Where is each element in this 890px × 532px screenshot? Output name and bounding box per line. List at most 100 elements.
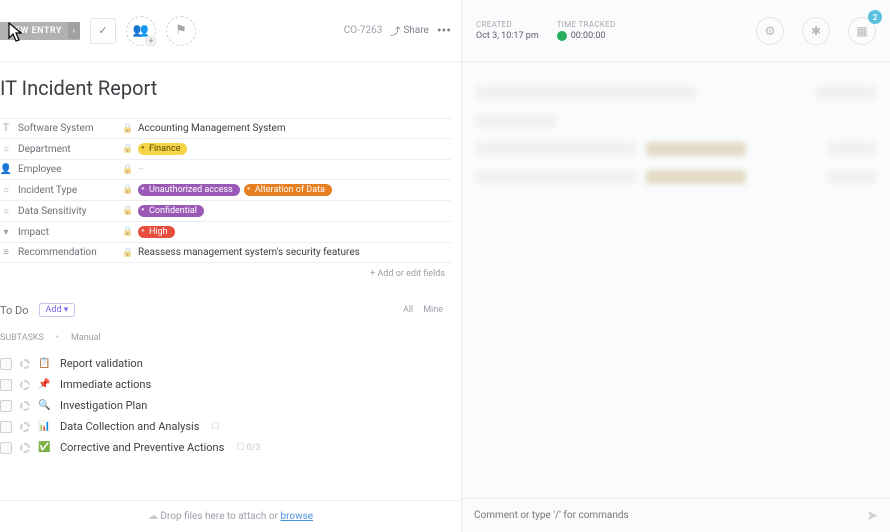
chevron-right-icon[interactable]: › <box>68 22 80 39</box>
share-button[interactable]: ⤴Share <box>390 23 428 38</box>
field-row[interactable]: 👤 Employee 🔒 – <box>0 160 451 180</box>
lock-icon: 🔒 <box>122 165 132 175</box>
priority-button[interactable]: ⚑ <box>166 16 196 46</box>
created-value: Oct 3, 10:17 pm <box>476 31 539 41</box>
send-icon[interactable]: ➤ <box>866 508 878 524</box>
notification-badge[interactable]: 2 <box>868 10 882 24</box>
tag[interactable]: Unauthorized access <box>138 184 240 196</box>
time-tracked-label: TIME TRACKED <box>557 20 616 29</box>
tag[interactable]: High <box>138 226 175 238</box>
add-edit-fields-link[interactable]: + Add or edit fields <box>0 263 451 285</box>
subtask-checkbox[interactable] <box>0 442 12 454</box>
subtask-checkbox[interactable] <box>0 379 12 391</box>
status-dot[interactable] <box>20 359 30 369</box>
check-button[interactable]: ✓ <box>90 18 116 44</box>
subtask-label: Report validation <box>60 357 143 370</box>
play-icon[interactable] <box>557 31 567 41</box>
grid-icon: ▦ <box>856 24 867 38</box>
check-icon: ✓ <box>98 24 107 37</box>
field-value-text: Reassess management system's security fe… <box>138 247 360 258</box>
network-icon: ✱ <box>811 24 821 38</box>
subtask-label: Corrective and Preventive Actions <box>60 441 224 454</box>
field-type-icon: T <box>0 123 12 134</box>
subtask-row[interactable]: 🔍 Investigation Plan <box>0 395 451 416</box>
gear-icon: ⚙ <box>765 24 776 38</box>
tag[interactable]: Alteration of Data <box>244 184 332 196</box>
subtask-type-icon: 🔍 <box>38 400 52 411</box>
field-row[interactable]: ○ Department 🔒 Finance <box>0 139 451 160</box>
lock-icon: 🔒 <box>122 248 132 258</box>
field-type-icon: ▾ <box>0 227 12 238</box>
lock-icon: 🔒 <box>122 185 132 195</box>
lock-icon: 🔒 <box>122 206 132 216</box>
plus-badge-icon: + <box>145 35 157 47</box>
field-label-text: Department <box>18 144 71 155</box>
mouse-cursor <box>8 22 24 44</box>
add-subtask-button[interactable]: Add ▾ <box>39 303 76 317</box>
field-type-icon: 👤 <box>0 164 12 175</box>
lock-icon: 🔒 <box>122 124 132 134</box>
subtask-checkbox[interactable] <box>0 421 12 433</box>
field-label-text: Impact <box>18 227 49 238</box>
tab-mine[interactable]: Mine <box>423 305 443 315</box>
created-label: CREATED <box>476 20 539 29</box>
status-dot[interactable] <box>20 380 30 390</box>
subtask-label: Investigation Plan <box>60 399 147 412</box>
subtask-checkbox[interactable] <box>0 358 12 370</box>
settings-button[interactable]: ⚙ <box>756 17 784 45</box>
field-row[interactable]: ≡ Recommendation 🔒 Reassess management s… <box>0 243 451 263</box>
right-toolbar: CREATED Oct 3, 10:17 pm TIME TRACKED 00:… <box>462 0 890 62</box>
lock-icon: 🔒 <box>122 227 132 237</box>
task-id[interactable]: CO-7263 <box>344 25 383 36</box>
lock-icon: 🔒 <box>122 144 132 154</box>
flag-icon: ⚑ <box>175 23 187 38</box>
field-type-icon: ○ <box>0 144 12 155</box>
assignee-button[interactable]: 👥+ <box>126 16 156 46</box>
activity-panel <box>462 62 890 498</box>
todo-title: To Do <box>0 304 29 317</box>
cloud-icon: ☁ <box>148 511 158 522</box>
tab-all[interactable]: All <box>403 305 413 315</box>
subtask-type-icon: 📊 <box>38 421 52 432</box>
field-row[interactable]: T Software System 🔒 Accounting Managemen… <box>0 119 451 139</box>
subtasks-label: SUBTASKS <box>0 333 44 343</box>
drop-zone[interactable]: ☁ Drop files here to attach or browse <box>0 500 461 532</box>
subtask-row[interactable]: 📌 Immediate actions <box>0 374 451 395</box>
field-row[interactable]: ▾ Impact 🔒 High <box>0 222 451 243</box>
field-label-text: Incident Type <box>18 185 77 196</box>
status-dot[interactable] <box>20 422 30 432</box>
field-value-text: Accounting Management System <box>138 123 286 134</box>
subtask-row[interactable]: 📊 Data Collection and Analysis ☐ <box>0 416 451 437</box>
status-dot[interactable] <box>20 443 30 453</box>
subtask-row[interactable]: ✅ Corrective and Preventive Actions ☐ 0/… <box>0 437 451 458</box>
field-row[interactable]: ○ Incident Type 🔒 Unauthorized accessAlt… <box>0 180 451 201</box>
field-label-text: Recommendation <box>18 247 97 258</box>
subtask-meta: ☐ 0/3 <box>236 443 260 453</box>
subtask-type-icon: 📋 <box>38 358 52 369</box>
tag[interactable]: Finance <box>138 143 187 155</box>
subtask-row[interactable]: 📋 Report validation <box>0 353 451 374</box>
status-dot[interactable] <box>20 401 30 411</box>
share-icon: ⤴ <box>390 23 400 38</box>
more-button[interactable]: ••• <box>437 23 451 39</box>
watchers-button[interactable]: ✱ <box>802 17 830 45</box>
subtask-label: Immediate actions <box>60 378 151 391</box>
page-title: IT Incident Report <box>0 76 451 100</box>
fields-table: T Software System 🔒 Accounting Managemen… <box>0 118 451 263</box>
field-label-text: Data Sensitivity <box>18 206 87 217</box>
field-row[interactable]: ○ Data Sensitivity 🔒 Confidential <box>0 201 451 222</box>
subtask-type-icon: 📌 <box>38 379 52 390</box>
subtask-checkbox[interactable] <box>0 400 12 412</box>
subtask-meta: ☐ <box>211 422 219 432</box>
sort-manual[interactable]: Manual <box>71 333 101 343</box>
field-type-icon: ○ <box>0 206 12 217</box>
subtask-label: Data Collection and Analysis <box>60 420 199 433</box>
field-label-text: Employee <box>18 164 61 175</box>
comment-input[interactable] <box>474 510 866 521</box>
subtask-type-icon: ✅ <box>38 442 52 453</box>
field-type-icon: ≡ <box>0 247 12 258</box>
tag[interactable]: Confidential <box>138 205 204 217</box>
empty-value: – <box>138 165 144 175</box>
time-tracked-value: 00:00:00 <box>571 31 606 41</box>
browse-link[interactable]: browse <box>280 511 313 522</box>
